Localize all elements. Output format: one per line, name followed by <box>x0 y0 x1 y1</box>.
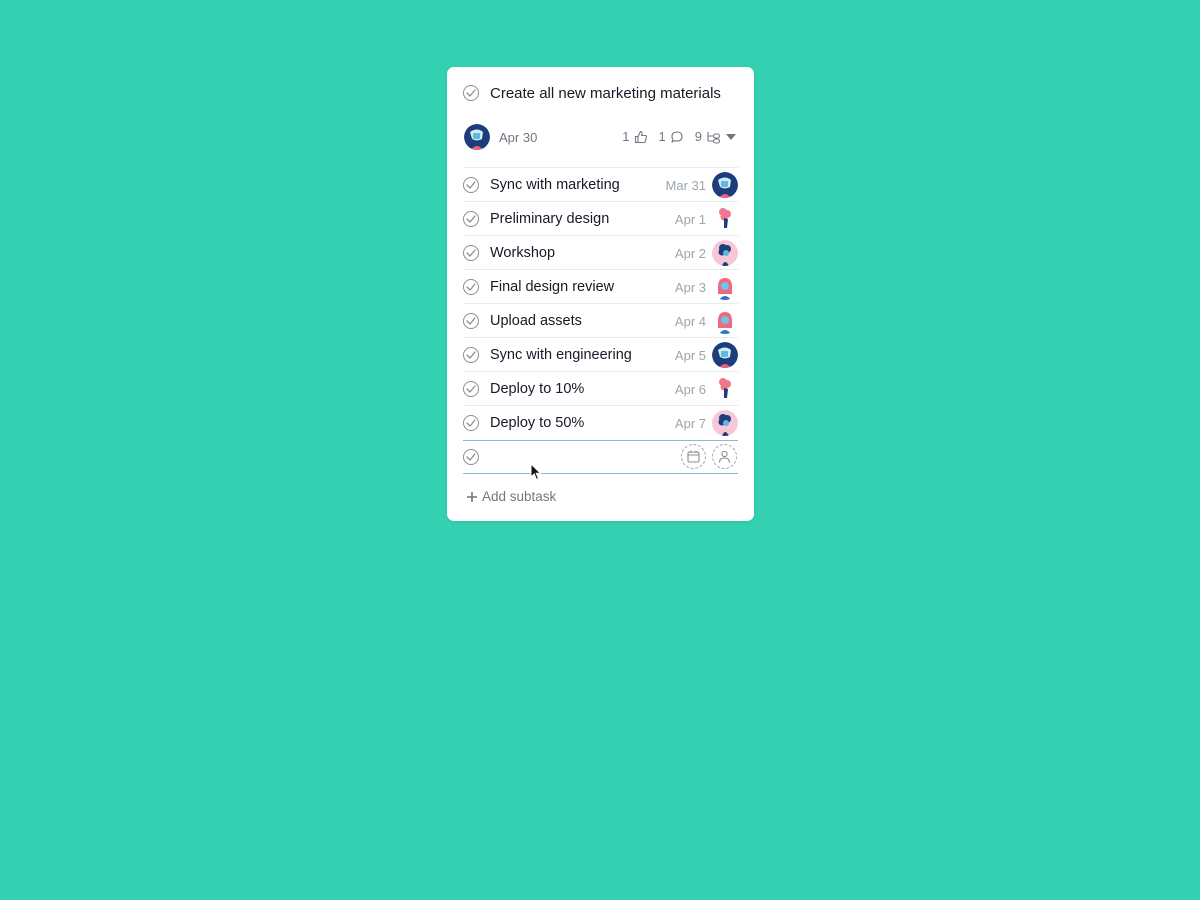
subtask-assignee-avatar[interactable] <box>712 376 738 402</box>
subtask-count: 9 <box>694 129 702 144</box>
subtask-checkbox[interactable] <box>463 415 479 431</box>
new-subtask-row[interactable] <box>463 440 738 474</box>
subtask-checkbox[interactable] <box>463 211 479 227</box>
chevron-down-icon <box>726 133 736 140</box>
checkmark-icon <box>466 351 476 359</box>
subtask-checkbox[interactable] <box>463 177 479 193</box>
subtasks-toggle[interactable]: 9 <box>695 129 736 144</box>
checkmark-icon <box>466 215 476 223</box>
like-count: 1 <box>622 129 630 144</box>
subtask-label[interactable]: Deploy to 10% <box>490 381 584 397</box>
task-complete-checkbox[interactable] <box>463 85 479 101</box>
subtask-label[interactable]: Deploy to 50% <box>490 415 584 431</box>
task-title[interactable]: Create all new marketing materials <box>490 85 721 102</box>
like-button[interactable]: 1 <box>622 129 647 144</box>
subtask-date[interactable]: Apr 3 <box>675 280 706 295</box>
subtask-assignee-avatar[interactable] <box>712 274 738 300</box>
subtask-date[interactable]: Mar 31 <box>666 178 706 193</box>
person-icon <box>718 450 731 463</box>
comment-icon <box>671 130 683 143</box>
checkmark-icon <box>466 181 476 189</box>
subtask-date[interactable]: Apr 7 <box>675 416 706 431</box>
subtask-row[interactable]: Upload assets Apr 4 <box>463 303 738 337</box>
subtask-assignee-avatar[interactable] <box>712 240 738 266</box>
new-subtask-checkbox[interactable] <box>463 449 479 465</box>
assign-button[interactable] <box>712 444 737 469</box>
subtask-date[interactable]: Apr 2 <box>675 246 706 261</box>
subtask-checkbox[interactable] <box>463 347 479 363</box>
subtask-checkbox[interactable] <box>463 245 479 261</box>
subtask-label[interactable]: Sync with engineering <box>490 347 632 363</box>
task-meta: 1 1 9 <box>614 129 736 144</box>
plus-icon <box>467 491 477 502</box>
subtask-checkbox[interactable] <box>463 381 479 397</box>
subtask-date[interactable]: Apr 1 <box>675 212 706 227</box>
checkmark-icon <box>466 317 476 325</box>
subtask-assignee-avatar[interactable] <box>712 410 738 436</box>
calendar-icon <box>687 450 700 463</box>
subtask-row[interactable]: Sync with marketing Mar 31 <box>463 167 738 201</box>
mouse-cursor-icon <box>530 463 542 481</box>
subtask-row[interactable]: Deploy to 10% Apr 6 <box>463 371 738 405</box>
set-due-date-button[interactable] <box>681 444 706 469</box>
subtask-date[interactable]: Apr 6 <box>675 382 706 397</box>
subtask-assignee-avatar[interactable] <box>712 206 738 232</box>
checkmark-icon <box>466 283 476 291</box>
comment-count: 1 <box>658 129 666 144</box>
comment-button[interactable]: 1 <box>659 129 684 144</box>
checkmark-icon <box>466 89 476 97</box>
subtask-assignee-avatar[interactable] <box>712 342 738 368</box>
subtask-row[interactable]: Final design review Apr 3 <box>463 269 738 303</box>
add-subtask-label: Add subtask <box>482 489 557 504</box>
checkmark-icon <box>466 453 476 461</box>
subtask-label[interactable]: Workshop <box>490 245 555 261</box>
subtask-row[interactable]: Workshop Apr 2 <box>463 235 738 269</box>
task-assignee-avatar[interactable] <box>464 124 490 150</box>
subtask-row[interactable]: Sync with engineering Apr 5 <box>463 337 738 371</box>
checkmark-icon <box>466 419 476 427</box>
subtask-date[interactable]: Apr 4 <box>675 314 706 329</box>
subtask-label[interactable]: Sync with marketing <box>490 177 620 193</box>
subtask-label[interactable]: Preliminary design <box>490 211 609 227</box>
subtask-label[interactable]: Final design review <box>490 279 614 295</box>
task-card: Create all new marketing materials Apr 3… <box>447 67 754 521</box>
checkmark-icon <box>466 385 476 393</box>
subtask-checkbox[interactable] <box>463 279 479 295</box>
subtask-checkbox[interactable] <box>463 313 479 329</box>
subtask-date[interactable]: Apr 5 <box>675 348 706 363</box>
thumbs-up-icon <box>634 130 647 143</box>
add-subtask-button[interactable]: Add subtask <box>466 489 556 504</box>
subtask-assignee-avatar[interactable] <box>712 308 738 334</box>
task-due-date[interactable]: Apr 30 <box>499 130 537 145</box>
subtask-list: Sync with marketing Mar 31 Preliminary d… <box>463 167 738 439</box>
subtask-label[interactable]: Upload assets <box>490 313 582 329</box>
subtask-row[interactable]: Preliminary design Apr 1 <box>463 201 738 235</box>
subtask-icon <box>707 131 721 144</box>
checkmark-icon <box>466 249 476 257</box>
subtask-row[interactable]: Deploy to 50% Apr 7 <box>463 405 738 439</box>
subtask-assignee-avatar[interactable] <box>712 172 738 198</box>
